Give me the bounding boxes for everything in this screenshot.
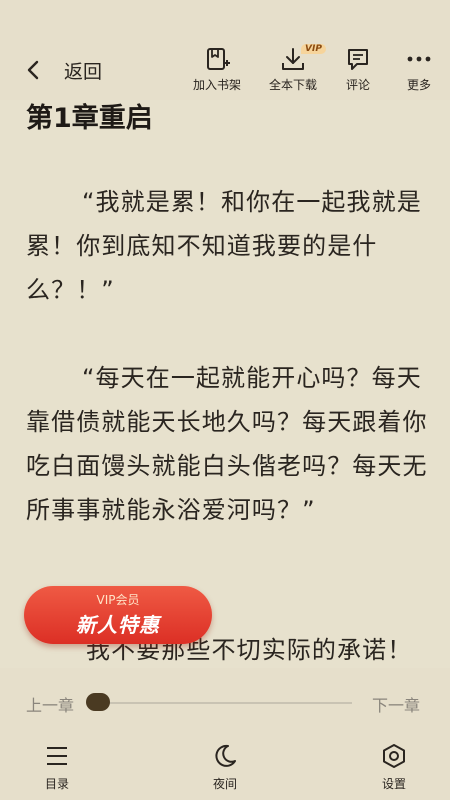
moon-icon (215, 744, 236, 767)
add-to-bookshelf-button[interactable]: 加入书架 (181, 46, 253, 94)
night-mode-button[interactable]: 夜间 (195, 742, 255, 792)
next-chapter-button[interactable]: 下一章 (372, 692, 420, 716)
back-button[interactable]: 返回 (18, 52, 102, 88)
paragraph-1: “我就是累！和你在一起我就是累！你到底知不知道我要的是什么？！” (26, 188, 422, 304)
top-toolbar: 返回 加入书架 VIP 全本下载 评论 更多 (0, 0, 450, 100)
night-mode-label: 夜间 (212, 777, 237, 791)
more-button[interactable]: 更多 (383, 46, 450, 94)
menu-list-icon (47, 747, 67, 765)
new-user-offer-label: 新人特惠 (76, 613, 160, 637)
back-label: 返回 (64, 60, 103, 83)
more-dots-icon (407, 56, 431, 62)
chapter-progress-track[interactable] (90, 702, 352, 704)
paragraph-2: “每天在一起就能开心吗？每天靠借债就能天长地久吗？每天跟着你吃白面馒头就能白头偕… (26, 364, 428, 524)
comment-icon (348, 49, 368, 70)
vip-promo-badge[interactable]: VIP会员 新人特惠 (24, 586, 212, 644)
catalog-label: 目录 (44, 777, 69, 791)
settings-hexagon-icon (383, 744, 405, 768)
settings-button[interactable]: 设置 (364, 742, 424, 792)
chapter-title: 第1章重启 (26, 103, 153, 134)
vip-member-label: VIP会员 (96, 593, 140, 607)
settings-label: 设置 (381, 777, 406, 791)
comment-label: 评论 (345, 78, 370, 92)
chapter-progress-knob[interactable] (86, 693, 110, 711)
chevron-left-icon (27, 60, 39, 80)
bookmark-add-icon (207, 48, 230, 70)
download-all-label: 全本下载 (268, 78, 317, 92)
catalog-button[interactable]: 目录 (27, 742, 87, 792)
previous-chapter-button[interactable]: 上一章 (26, 692, 74, 716)
more-label: 更多 (406, 78, 431, 92)
bottom-panel: 上一章 下一章 目录 夜间 设置 (0, 668, 450, 800)
download-all-button[interactable]: VIP 全本下载 (257, 44, 329, 94)
add-to-bookshelf-label: 加入书架 (192, 78, 241, 92)
